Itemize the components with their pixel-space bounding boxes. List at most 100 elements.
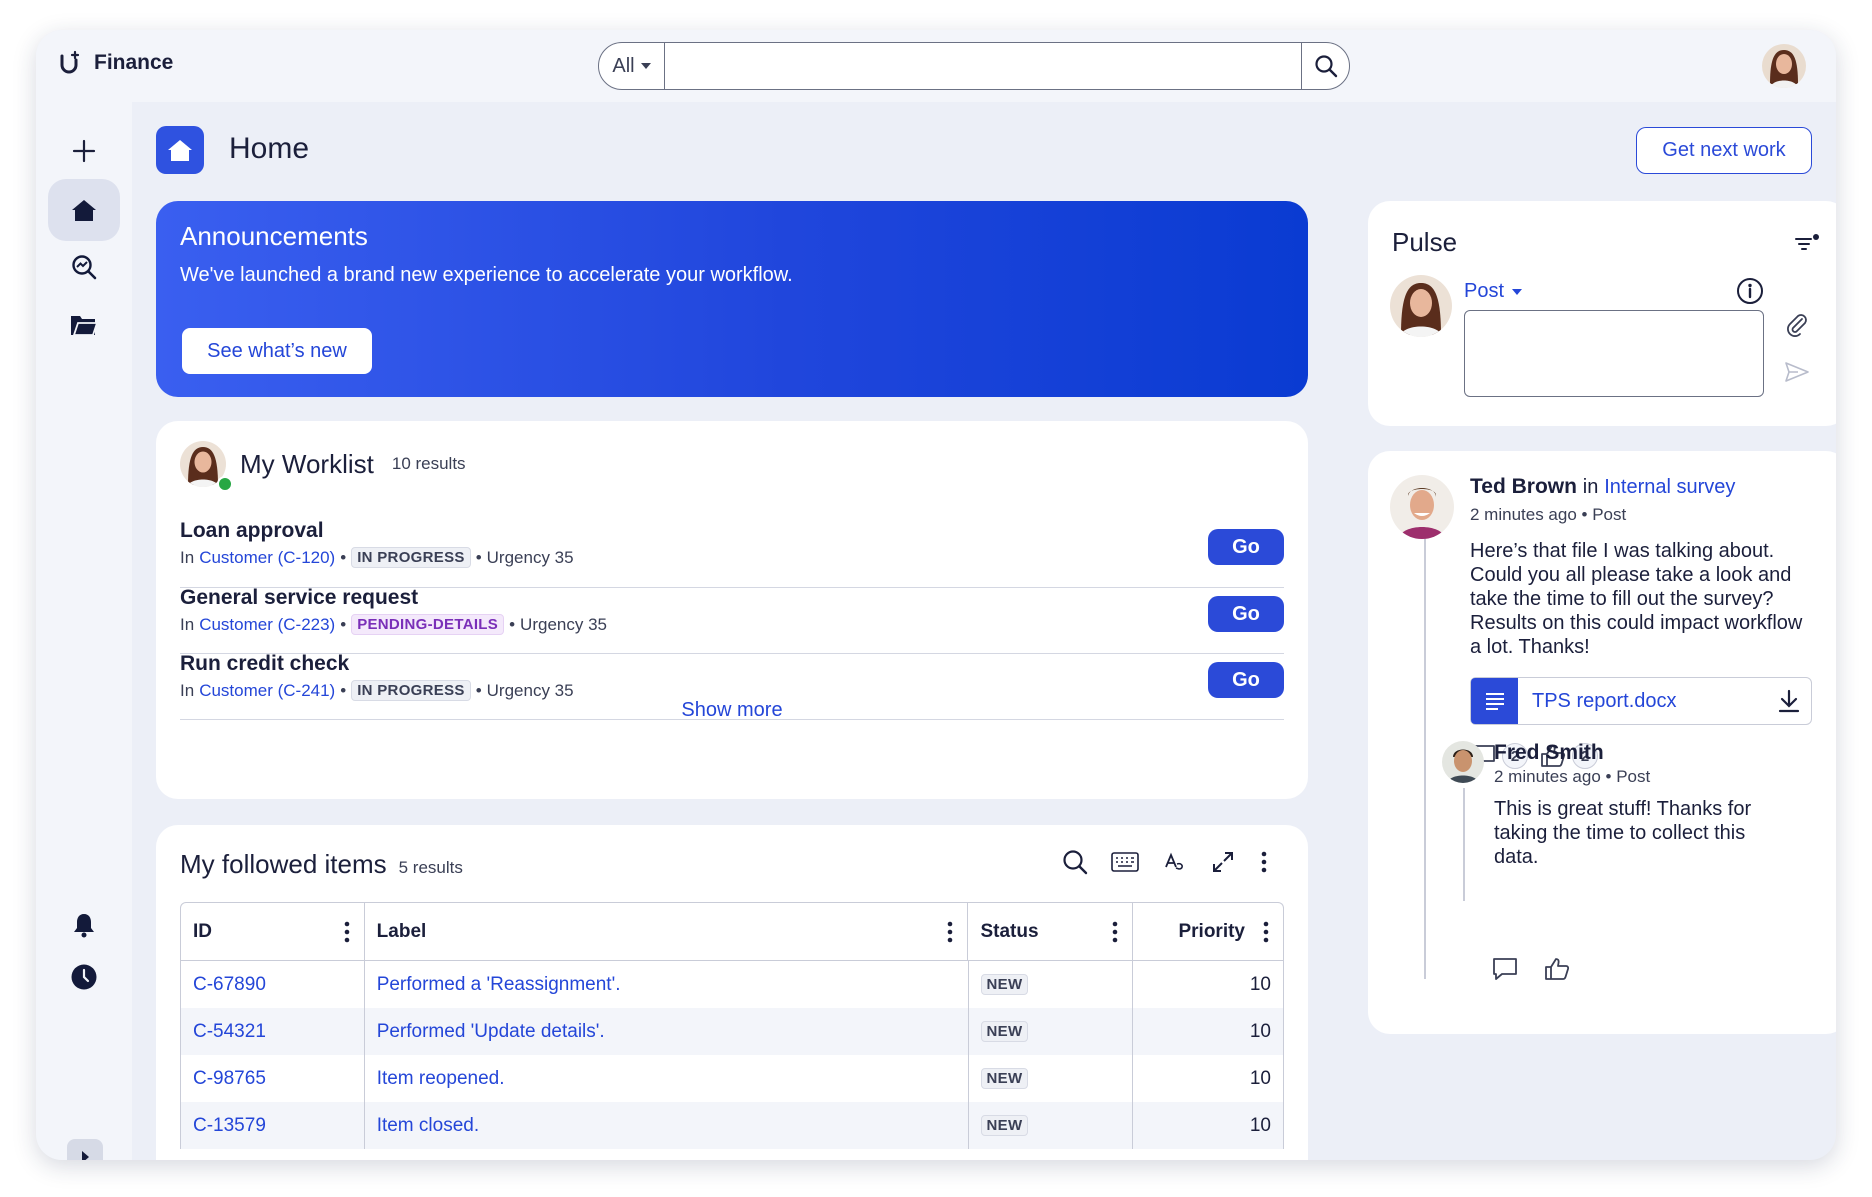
caret-down-icon [640, 63, 651, 69]
go-button[interactable]: Go [1208, 529, 1284, 565]
recents-button[interactable] [48, 946, 120, 1008]
followed-items-card: My followed items 5 results ID Label Sta… [156, 825, 1308, 1160]
status-badge: IN PROGRESS [351, 680, 471, 701]
create-button[interactable] [48, 120, 120, 182]
post-body: Here’s that file I was talking about. Co… [1470, 540, 1803, 658]
post-type-label: Post [1464, 280, 1505, 302]
post-textarea[interactable] [1464, 310, 1764, 397]
column-header-status[interactable]: Status [968, 903, 1134, 960]
pulse-filter-button[interactable] [1794, 233, 1820, 260]
pulse-title: Pulse [1392, 227, 1458, 257]
row-label-link[interactable]: Performed 'Update details'. [377, 1021, 605, 1043]
worklist-item-title[interactable]: Loan approval [180, 519, 324, 543]
row-id-link[interactable]: C-54321 [193, 1021, 266, 1043]
get-next-work-button[interactable]: Get next work [1636, 127, 1812, 174]
worklist-item-meta: In Customer (C-223) • PENDING-DETAILS • … [180, 614, 607, 635]
column-menu-icon[interactable] [344, 921, 350, 943]
reply-author[interactable]: Fred Smith [1494, 741, 1604, 765]
worklist-title: My Worklist [240, 448, 374, 479]
avatar[interactable] [1442, 741, 1484, 783]
caret-down-icon [1512, 288, 1523, 295]
worklist-item: Loan approval In Customer (C-120) • IN P… [180, 511, 1284, 588]
column-header-label[interactable]: Label [365, 903, 969, 960]
search-icon [1063, 850, 1088, 875]
expand-nav-button[interactable] [67, 1139, 103, 1160]
folder-icon [71, 316, 98, 336]
row-id-link[interactable]: C-13579 [193, 1115, 266, 1137]
author-name[interactable]: Ted Brown [1470, 475, 1577, 498]
worklist-item-title[interactable]: General service request [180, 586, 418, 610]
column-menu-icon[interactable] [1112, 921, 1118, 943]
attach-button[interactable] [1786, 313, 1808, 342]
in-text: in [1582, 476, 1599, 498]
channel-link[interactable]: Internal survey [1604, 476, 1735, 498]
followed-header: My followed items 5 results [180, 849, 463, 880]
worklist-item-title[interactable]: Run credit check [180, 652, 349, 676]
top-bar: Finance All [36, 30, 1836, 102]
nav-home[interactable] [48, 179, 120, 241]
table-row: C-13579 Item closed. NEW 10 [181, 1102, 1283, 1149]
table-toolbar [1062, 849, 1270, 875]
online-status-dot [217, 476, 233, 492]
download-button[interactable] [1767, 689, 1811, 713]
download-icon [1778, 689, 1800, 713]
row-label-link[interactable]: Performed a 'Reassignment'. [377, 974, 621, 996]
user-avatar[interactable] [1762, 44, 1806, 88]
keyboard-button[interactable] [1110, 849, 1140, 875]
row-label-link[interactable]: Item reopened. [377, 1068, 505, 1090]
row-priority: 10 [1249, 1114, 1271, 1136]
meta-prefix: In [180, 614, 195, 634]
status-badge: NEW [980, 1021, 1029, 1042]
go-button[interactable]: Go [1208, 662, 1284, 698]
reply-like-button[interactable] [1544, 957, 1570, 981]
home-icon [168, 140, 192, 161]
table-header: ID Label Status Priority [181, 903, 1283, 961]
row-id-link[interactable]: C-67890 [193, 974, 266, 996]
app-window: Finance All Home Get next work Announcem… [36, 30, 1836, 1160]
auto-format-button[interactable] [1162, 849, 1188, 875]
show-more-link[interactable]: Show more [156, 699, 1308, 722]
column-header-id[interactable]: ID [181, 903, 365, 960]
send-button[interactable] [1784, 361, 1810, 388]
more-options-button[interactable] [1258, 849, 1270, 875]
post-type-select[interactable]: Post [1464, 280, 1523, 303]
expand-icon [1213, 852, 1233, 872]
followed-title: My followed items [180, 849, 387, 879]
status-badge: NEW [980, 1115, 1029, 1136]
column-menu-icon[interactable] [947, 921, 953, 943]
search-button[interactable] [1301, 43, 1349, 89]
nav-cases[interactable] [48, 294, 120, 356]
reply-comment-button[interactable] [1492, 957, 1518, 981]
search-scope-select[interactable]: All [599, 43, 665, 89]
meta-prefix: In [180, 680, 195, 700]
case-link[interactable]: Customer (C-120) [199, 548, 335, 568]
avatar [1390, 275, 1452, 337]
attachment-name: TPS report.docx [1532, 689, 1677, 712]
column-header-priority[interactable]: Priority [1133, 903, 1283, 960]
brand[interactable]: Finance [58, 50, 173, 76]
announcement-title: Announcements [180, 221, 368, 251]
paperclip-icon [1787, 314, 1807, 337]
see-whats-new-button[interactable]: See what’s new [182, 328, 372, 374]
case-link[interactable]: Customer (C-241) [199, 681, 335, 701]
go-button[interactable]: Go [1208, 596, 1284, 632]
urgency-text: Urgency 35 [486, 680, 574, 700]
table-search-button[interactable] [1062, 849, 1088, 875]
case-link[interactable]: Customer (C-223) [199, 615, 335, 635]
attachment-card[interactable]: TPS report.docx [1470, 677, 1812, 725]
analytics-search-icon [72, 255, 97, 280]
urgency-text: Urgency 35 [486, 547, 574, 567]
app-name: Finance [94, 51, 174, 74]
send-icon [1785, 362, 1809, 382]
worklist-item-meta: In Customer (C-241) • IN PROGRESS • Urge… [180, 680, 574, 701]
avatar[interactable] [1390, 475, 1454, 539]
nav-insights[interactable] [48, 236, 120, 298]
plus-icon [72, 139, 96, 163]
row-id-link[interactable]: C-98765 [193, 1068, 266, 1090]
row-label-link[interactable]: Item closed. [377, 1115, 479, 1137]
search-input[interactable] [665, 43, 1301, 89]
expand-button[interactable] [1210, 849, 1236, 875]
status-badge: PENDING-DETAILS [351, 614, 505, 635]
column-menu-icon[interactable] [1263, 921, 1269, 943]
info-button[interactable] [1736, 277, 1764, 310]
